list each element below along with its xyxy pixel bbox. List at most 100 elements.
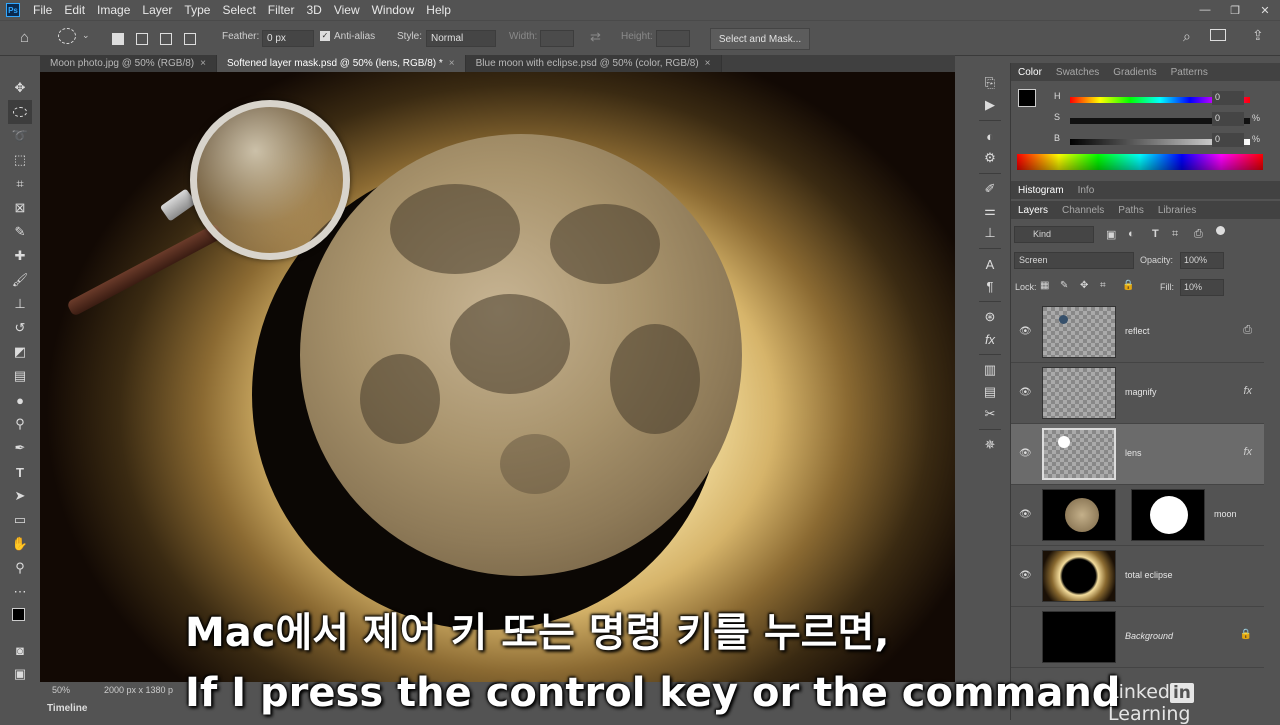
history-brush-tool-icon[interactable]: ↺	[8, 316, 32, 340]
menu-window[interactable]: Window	[367, 3, 422, 17]
type-tool-icon[interactable]: T	[8, 460, 32, 484]
channels-panel-icon[interactable]: ▥	[975, 359, 1005, 381]
layer-row-lens[interactable]: 👁 lens fx	[1011, 424, 1264, 485]
saturation-value[interactable]: 0	[1212, 112, 1244, 126]
brightness-value[interactable]: 0	[1212, 133, 1244, 147]
timeline-tab[interactable]: Timeline	[40, 700, 140, 716]
menu-type[interactable]: Type	[179, 3, 217, 17]
close-icon[interactable]: ×	[200, 58, 206, 69]
character-panel-icon[interactable]: A	[975, 253, 1005, 275]
eraser-tool-icon[interactable]: ◩	[8, 340, 32, 364]
select-and-mask-button[interactable]: Select and Mask...	[710, 28, 810, 50]
hand-tool-icon[interactable]: ✋	[8, 532, 32, 556]
brush-settings-panel-icon[interactable]: ⚌	[975, 200, 1005, 222]
lock-all-icon[interactable]: 🔒	[1122, 280, 1134, 291]
layer-effects-icon[interactable]: fx	[1243, 446, 1252, 458]
lock-transparent-icon[interactable]: ▦	[1040, 280, 1049, 291]
brush-tool-icon[interactable]: 🖌	[8, 268, 32, 292]
pen-tool-icon[interactable]: ✒	[8, 436, 32, 460]
style-select[interactable]: Normal	[426, 30, 496, 47]
visibility-eye-icon[interactable]: 👁	[1019, 387, 1032, 398]
chevron-down-icon[interactable]: ⌄	[82, 30, 90, 41]
visibility-eye-icon[interactable]: 👁	[1019, 509, 1032, 520]
antialias-checkbox[interactable]: ✓	[320, 31, 330, 41]
dodge-tool-icon[interactable]: ⚲	[8, 412, 32, 436]
visibility-eye-icon[interactable]: 👁	[1019, 570, 1032, 581]
path-selection-tool-icon[interactable]: ➤	[8, 484, 32, 508]
brightness-slider[interactable]: B 0 %	[1040, 133, 1270, 151]
history-panel-icon[interactable]: ⎘	[975, 72, 1005, 94]
close-icon[interactable]: ×	[705, 58, 711, 69]
fill-input[interactable]: 10%	[1180, 279, 1224, 296]
height-input[interactable]	[656, 30, 690, 47]
menu-view[interactable]: View	[329, 3, 367, 17]
filter-toggle-icon[interactable]	[1216, 226, 1225, 235]
layer-mask-thumbnail[interactable]	[1131, 489, 1205, 541]
pixel-filter-icon[interactable]: ▣	[1106, 228, 1116, 241]
tab-paths[interactable]: Paths	[1111, 205, 1151, 216]
styles-panel-icon[interactable]: fx	[975, 328, 1005, 350]
tab-layers[interactable]: Layers	[1011, 205, 1055, 216]
lasso-tool-icon[interactable]: ➰	[8, 124, 32, 148]
layer-row-magnify[interactable]: 👁 magnify fx	[1011, 363, 1264, 424]
menu-help[interactable]: Help	[421, 3, 458, 17]
menu-file[interactable]: File	[28, 3, 59, 17]
menu-layer[interactable]: Layer	[137, 3, 179, 17]
saturation-slider[interactable]: S 0 %	[1040, 112, 1270, 130]
elliptical-marquee-preset-icon[interactable]	[58, 28, 76, 44]
tab-patterns[interactable]: Patterns	[1164, 67, 1215, 78]
tab-moon-photo[interactable]: Moon photo.jpg @ 50% (RGB/8) ×	[40, 55, 217, 72]
zoom-tool-icon[interactable]: ⚲	[8, 556, 32, 580]
modifier-keys-icon[interactable]: ⊛	[975, 306, 1005, 328]
layer-row-background[interactable]: Background 🔒	[1011, 607, 1264, 668]
lock-image-icon[interactable]: ✎	[1060, 280, 1068, 291]
minimize-button[interactable]: —	[1190, 0, 1220, 20]
layer-effects-icon[interactable]: fx	[1243, 385, 1252, 397]
tab-histogram[interactable]: Histogram	[1011, 185, 1071, 196]
visibility-eye-icon[interactable]: 👁	[1019, 326, 1032, 337]
properties-panel-icon[interactable]: ⚙	[975, 147, 1005, 169]
menu-image[interactable]: Image	[92, 3, 137, 17]
crop-tool-icon[interactable]: ⌗	[8, 172, 32, 196]
lock-position-icon[interactable]: ✥	[1080, 280, 1088, 291]
workspace-icon[interactable]	[1210, 29, 1226, 41]
type-filter-icon[interactable]: T	[1152, 228, 1159, 240]
tab-swatches[interactable]: Swatches	[1049, 67, 1106, 78]
elliptical-marquee-tool-icon[interactable]	[8, 100, 32, 124]
swap-icon[interactable]: ⇄	[590, 29, 601, 45]
hue-value[interactable]: 0	[1212, 91, 1244, 105]
notes-panel-icon[interactable]: ▤	[975, 381, 1005, 403]
tab-gradients[interactable]: Gradients	[1106, 67, 1163, 78]
document-canvas[interactable]	[40, 72, 955, 682]
eyedropper-tool-icon[interactable]: ✎	[8, 220, 32, 244]
lock-artboard-icon[interactable]: ⌗	[1100, 280, 1106, 291]
more-tools-icon[interactable]: ⋯	[8, 580, 32, 604]
layer-filter-kind[interactable]: Kind	[1014, 226, 1094, 243]
clone-stamp-tool-icon[interactable]: ⊥	[8, 292, 32, 316]
search-icon[interactable]: ⌕	[1183, 28, 1191, 45]
gradient-tool-icon[interactable]: ▤	[8, 364, 32, 388]
restore-button[interactable]: ❐	[1220, 0, 1250, 20]
menu-edit[interactable]: Edit	[59, 3, 92, 17]
brushes-panel-icon[interactable]: ✐	[975, 178, 1005, 200]
foreground-background-color-icon[interactable]	[8, 604, 32, 638]
tab-libraries[interactable]: Libraries	[1151, 205, 1203, 216]
3d-panel-icon[interactable]: ✵	[975, 434, 1005, 456]
home-icon[interactable]: ⌂	[20, 29, 29, 46]
menu-filter[interactable]: Filter	[263, 3, 302, 17]
smart-object-filter-icon[interactable]: ⎙	[1194, 228, 1203, 241]
layer-row-reflect[interactable]: 👁 reflect ⎙	[1011, 302, 1264, 363]
subtract-selection-icon[interactable]	[160, 33, 172, 45]
tab-info[interactable]: Info	[1071, 185, 1102, 196]
intersect-selection-icon[interactable]	[184, 33, 196, 45]
layer-row-total-eclipse[interactable]: 👁 total eclipse	[1011, 546, 1264, 607]
tools-panel-icon[interactable]: ✂	[975, 403, 1005, 425]
paragraph-panel-icon[interactable]: ¶	[975, 275, 1005, 297]
blend-mode-select[interactable]: Screen	[1014, 252, 1134, 269]
move-tool-icon[interactable]: ✥	[8, 76, 32, 100]
blur-tool-icon[interactable]: ●	[8, 388, 32, 412]
menu-select[interactable]: Select	[217, 3, 262, 17]
opacity-input[interactable]: 100%	[1180, 252, 1224, 269]
add-selection-icon[interactable]	[136, 33, 148, 45]
clone-source-panel-icon[interactable]: ⊥	[975, 222, 1005, 244]
